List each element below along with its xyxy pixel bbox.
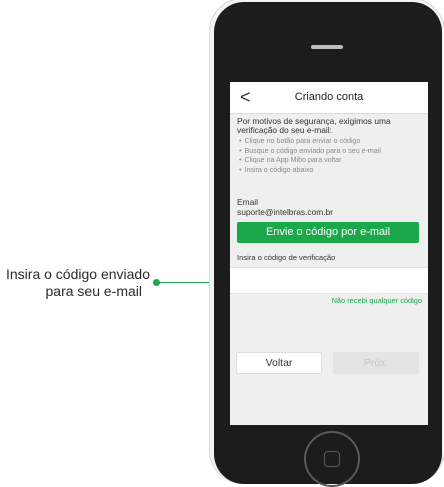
callout-line-2: para seu e-mail [45,283,143,299]
app-screen: < Criando conta Por motivos de segurança… [230,82,428,425]
callout-annotation: Insira o código enviado para seu e-mail [6,266,150,300]
back-button[interactable]: Voltar [236,352,322,374]
phone-speaker [311,45,343,49]
page-title: Criando conta [294,91,364,103]
email-label: Email [237,197,258,207]
resend-code-link[interactable]: Não recebi qualquer código [332,296,422,305]
callout-line-1: Insira o código enviado [6,266,150,282]
list-item: Busque o código enviado para o seu e-mai… [239,147,380,157]
next-button[interactable]: Próx. [333,352,419,374]
list-item: Clique no botão para enviar o código [239,137,381,147]
nav-bar: < Criando conta [230,82,428,114]
code-label: Insira o código de verificação [237,253,336,262]
send-code-button[interactable]: Envie o código por e-mail [237,222,419,243]
verification-code-input[interactable] [230,267,428,294]
intro-text: Por motivos de segurança, exigimos uma v… [237,116,391,136]
list-item: Insira o código abaixo [239,166,381,176]
phone-home-button[interactable] [304,431,360,487]
list-item: Clique na App Mibo para voltar [239,156,381,166]
home-square-icon [324,451,340,467]
steps-list: Clique no botão para enviar o código Bus… [239,137,381,176]
email-value: suporte@intelbras.com.br [237,207,334,217]
